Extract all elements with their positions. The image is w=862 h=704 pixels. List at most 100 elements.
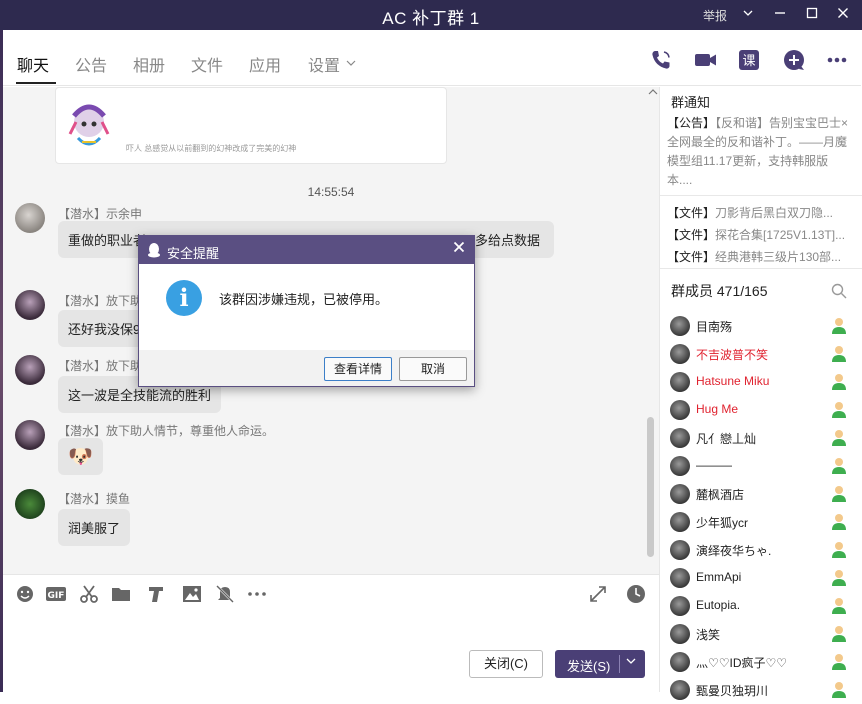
message-sender[interactable]: 【潜水】放下助	[58, 357, 142, 374]
avatar[interactable]	[670, 624, 690, 644]
member-row[interactable]: 灬♡♡ID疯子♡♡	[660, 648, 862, 676]
member-row[interactable]: 甄曼贝独玥川	[660, 676, 862, 704]
member-row[interactable]: EmmApi	[660, 564, 862, 592]
message-sender[interactable]: 【潜水】摸鱼	[58, 490, 130, 507]
music-icon[interactable]	[145, 583, 167, 605]
tab-settings[interactable]: 设置	[308, 52, 340, 76]
avatar[interactable]	[670, 596, 690, 616]
message-text: 润美服了	[68, 521, 121, 536]
cancel-button[interactable]: 取消	[399, 357, 467, 381]
sticker-message[interactable]: 吓人 总感觉从以前翻到的幻神改成了完美的幻神	[55, 87, 447, 164]
file-notice-item[interactable]: 【文件】经典港韩三级片130部...	[667, 248, 855, 265]
input-toolbar: GIF	[3, 574, 659, 614]
minimize-icon[interactable]	[770, 4, 790, 24]
member-row[interactable]: 少年狐ycr	[660, 508, 862, 536]
member-name: EmmApi	[696, 570, 742, 584]
member-row[interactable]: 凡亻戀丄灿	[660, 424, 862, 452]
avatar[interactable]	[670, 372, 690, 392]
message-bubble[interactable]: 还好我没保9	[58, 310, 151, 347]
message-text: 还好我没保9	[68, 322, 141, 337]
avatar[interactable]	[670, 400, 690, 420]
video-call-icon[interactable]	[693, 48, 717, 72]
member-row[interactable]: 不吉波普不笑	[660, 340, 862, 368]
phone-icon[interactable]	[649, 48, 673, 72]
history-clock-icon[interactable]	[625, 583, 647, 605]
avatar[interactable]	[670, 680, 690, 700]
avatar[interactable]	[670, 428, 690, 448]
tab-files[interactable]: 文件	[191, 52, 223, 76]
avatar[interactable]	[15, 355, 45, 385]
message-sender[interactable]: 【潜水】放下助人情节，尊重他人命运。	[58, 422, 274, 439]
avatar[interactable]	[15, 203, 45, 233]
more-tools-icon[interactable]	[246, 583, 268, 605]
message-sender[interactable]: 【潜水】示余申	[58, 205, 142, 222]
avatar[interactable]	[670, 484, 690, 504]
folder-icon[interactable]	[110, 583, 132, 605]
announcement-text[interactable]: 【公告】【反和谐】告别宝宝巴士×全网最全的反和谐补丁。——月魔模型组11.17更…	[667, 114, 853, 190]
image-icon[interactable]	[181, 583, 203, 605]
send-options-chevron-down-icon[interactable]	[625, 655, 637, 670]
avatar[interactable]	[670, 568, 690, 588]
divider	[660, 195, 862, 196]
dropdown-icon[interactable]	[738, 4, 758, 24]
add-icon[interactable]	[782, 48, 806, 72]
message-bubble[interactable]: 润美服了	[58, 509, 131, 546]
tab-chat[interactable]: 聊天	[17, 52, 49, 76]
member-status-icon	[831, 653, 847, 671]
avatar[interactable]	[670, 652, 690, 672]
window-title: AC 补丁群 1	[382, 9, 480, 28]
member-name: Eutopia.	[696, 598, 741, 612]
member-row[interactable]: 麓枫酒店	[660, 480, 862, 508]
member-name: 灬♡♡ID疯子♡♡	[696, 656, 788, 670]
close-icon[interactable]	[833, 4, 853, 24]
member-row[interactable]: 浅笑	[660, 620, 862, 648]
report-link[interactable]: 举报	[703, 7, 727, 24]
member-status-icon	[831, 457, 847, 475]
chat-scrollbar[interactable]	[647, 417, 654, 557]
avatar[interactable]	[670, 512, 690, 532]
member-row[interactable]: ———	[660, 452, 862, 480]
close-button[interactable]: 关闭(C)	[469, 650, 543, 678]
avatar[interactable]	[15, 489, 45, 519]
avatar[interactable]	[15, 420, 45, 450]
more-options-icon[interactable]	[825, 48, 849, 72]
tab-apps[interactable]: 应用	[249, 52, 281, 76]
scissors-icon[interactable]	[78, 583, 100, 605]
member-row[interactable]: Hug Me	[660, 396, 862, 424]
class-icon[interactable]: 课	[737, 48, 761, 72]
member-row[interactable]: 演绎夜华ちゃ.	[660, 536, 862, 564]
title-bar: AC 补丁群 1 举报	[0, 0, 862, 30]
file-notice-item[interactable]: 【文件】探花合集[1725V1.13T]...	[667, 226, 855, 243]
maximize-icon[interactable]	[802, 4, 822, 24]
mute-notification-icon[interactable]	[214, 583, 236, 605]
member-row[interactable]: 目南殇	[660, 312, 862, 340]
avatar[interactable]	[670, 316, 690, 336]
dialog-close-icon[interactable]	[453, 240, 465, 258]
tab-album[interactable]: 相册	[133, 52, 165, 76]
settings-chevron-down-icon[interactable]	[345, 56, 357, 71]
avatar[interactable]	[15, 290, 45, 320]
expand-icon[interactable]	[587, 583, 609, 605]
gif-icon[interactable]: GIF	[45, 583, 67, 605]
avatar[interactable]	[670, 540, 690, 560]
emoji-icon[interactable]	[14, 583, 36, 605]
member-status-icon	[831, 541, 847, 559]
view-details-button[interactable]: 查看详情	[324, 357, 392, 381]
search-icon[interactable]	[831, 283, 847, 302]
avatar[interactable]	[670, 456, 690, 476]
dialog-body: i 该群因涉嫌违规，已被停用。	[139, 264, 474, 350]
message-timestamp: 14:55:54	[307, 185, 355, 199]
tab-announcement[interactable]: 公告	[75, 52, 107, 76]
file-notice-item[interactable]: 【文件】刀影背后黑白双刀隐...	[667, 204, 855, 221]
avatar[interactable]	[670, 344, 690, 364]
member-row[interactable]: Eutopia.	[660, 592, 862, 620]
qq-penguin-icon	[147, 242, 161, 258]
send-button[interactable]: 发送(S)	[555, 650, 645, 678]
message-sender[interactable]: 【潜水】放下助	[58, 292, 142, 309]
announcement-tag: 【公告】	[667, 116, 716, 130]
emoji-message[interactable]: 🐶	[58, 438, 103, 475]
message-compose-area[interactable]: 关闭(C) 发送(S)	[3, 614, 659, 692]
member-status-icon	[831, 513, 847, 531]
member-row[interactable]: Hatsune Miku	[660, 368, 862, 396]
scroll-up-icon[interactable]	[648, 87, 658, 97]
